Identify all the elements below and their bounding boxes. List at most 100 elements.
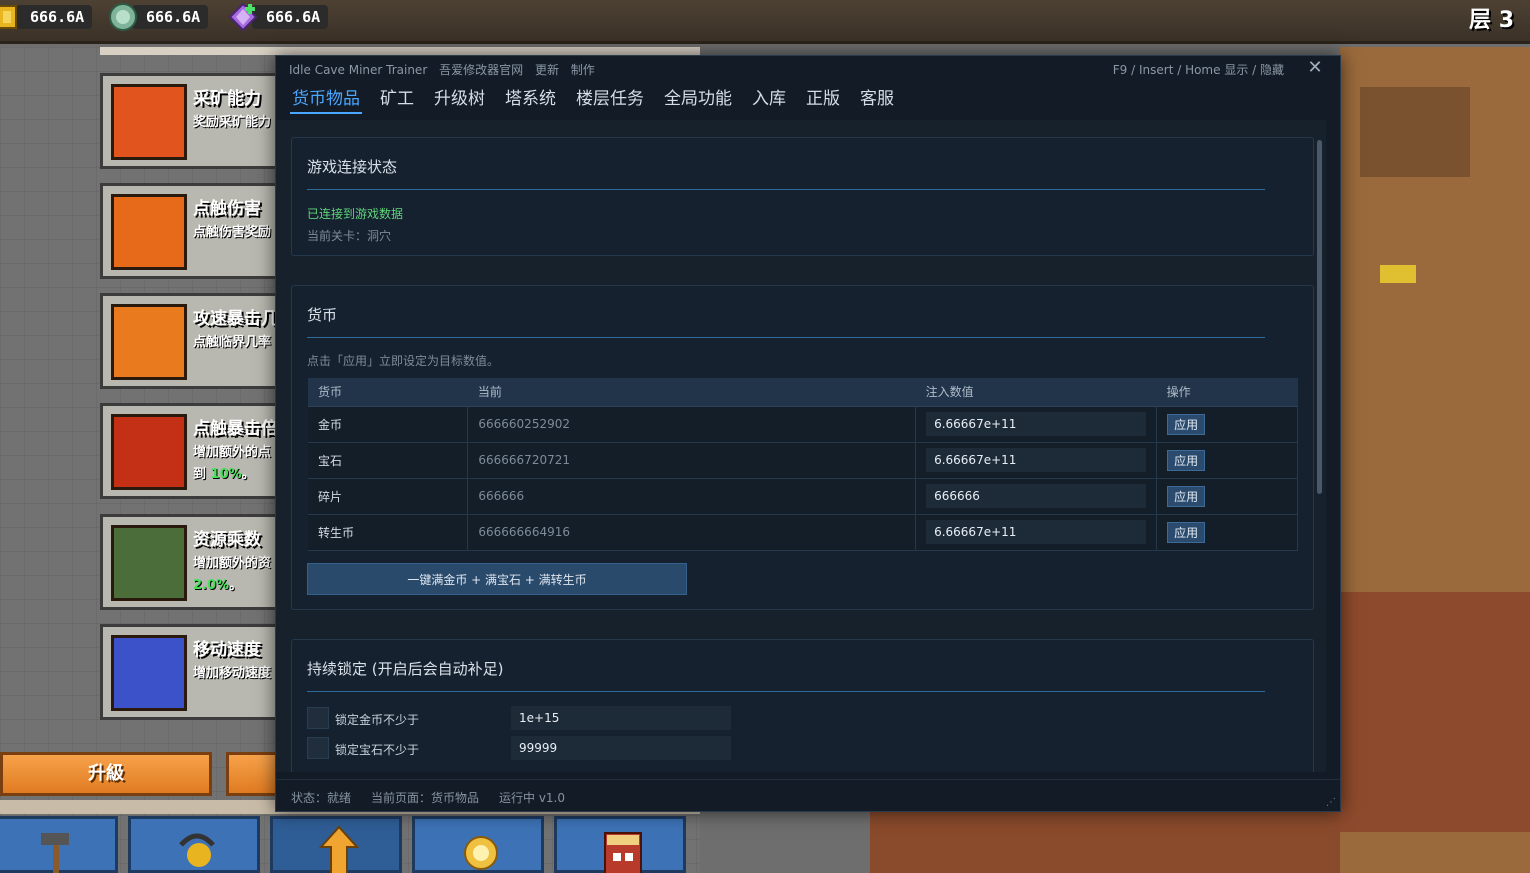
content-area[interactable]: 游戏连接状态 已连接到游戏数据 当前关卡：洞穴 货币 点击「应用」立即设定为目标… — [276, 120, 1326, 772]
toolbar-slot-hammer[interactable] — [0, 816, 118, 873]
upgrade-arrow-icon — [319, 825, 359, 873]
gold-coin-icon — [0, 5, 17, 29]
tab-tower[interactable]: 塔系统 — [503, 84, 558, 114]
current-value: 666660252902 — [467, 406, 917, 443]
resource-gem: 666.6A — [108, 3, 209, 31]
currency-name: 宝石 — [308, 442, 469, 479]
hotkey-hint: F9 / Insert / Home 显示 / 隐藏 — [1112, 63, 1284, 77]
gold-ore — [1380, 265, 1416, 283]
currency-title: 货币 — [307, 306, 338, 324]
title-bar[interactable]: Idle Cave Miner Trainer 吾爱修改器官网 更新 制作 F9… — [276, 56, 1340, 82]
apply-button[interactable]: 应用 — [1167, 521, 1206, 543]
skill-card-resource-multiplier[interactable]: 资源乘数 增加额外的资 2.0%。 — [100, 514, 300, 610]
tab-floor-tasks[interactable]: 楼层任务 — [574, 84, 646, 114]
connection-panel: 游戏连接状态 已连接到游戏数据 当前关卡：洞穴 — [291, 137, 1314, 256]
boot-skill-icon — [111, 635, 187, 711]
fill-all-button[interactable]: 一键满金币 + 满宝石 + 满转生币 — [307, 563, 687, 595]
resource-crystal-value: 666.6A — [252, 5, 329, 29]
top-divider — [100, 47, 700, 55]
action-cell: 应用 — [1156, 514, 1298, 551]
table-row: 转生币 666666664916 6.66667e+11 应用 — [308, 514, 1298, 551]
tab-upgrade-tree[interactable]: 升级树 — [432, 84, 487, 114]
table-header-row: 货币 当前 注入数值 操作 — [308, 378, 1298, 407]
apply-button[interactable]: 应用 — [1167, 449, 1206, 471]
pillar-skill-icon — [111, 414, 187, 490]
lock-gold-checkbox[interactable] — [307, 707, 329, 729]
toolbar-slot-miner[interactable] — [128, 816, 260, 873]
resource-gold-value: 666.6A — [16, 5, 93, 29]
upgrade-button[interactable]: 升級 — [0, 752, 212, 796]
lock-gem-input[interactable]: 99999 — [511, 736, 731, 760]
current-value: 666666664916 — [467, 514, 917, 551]
resource-bar: 666.6A 666.6A 666.6A 层 3 — [0, 0, 1530, 44]
shop-icon — [604, 832, 642, 873]
lock-gem-checkbox[interactable] — [307, 737, 329, 759]
skill-desc: 增加额外的资 2.0%。 — [193, 556, 272, 593]
dirt-layer — [1340, 592, 1530, 832]
official-site-link[interactable]: 吾爱修改器官网 — [439, 63, 523, 77]
trainer-window: Idle Cave Miner Trainer 吾爱修改器官网 更新 制作 F9… — [275, 55, 1341, 812]
toolbar-slot-shop[interactable] — [554, 816, 686, 873]
apply-button[interactable]: 应用 — [1167, 413, 1206, 435]
col-currency: 货币 — [308, 378, 468, 407]
pickaxe-skill-icon — [111, 84, 187, 160]
currency-panel: 货币 点击「应用」立即设定为目标数值。 货币 当前 注入数值 操作 金币 666… — [291, 285, 1314, 610]
toolbar-slot-upgrade[interactable] — [270, 816, 402, 873]
tab-global[interactable]: 全局功能 — [662, 84, 734, 114]
col-current: 当前 — [467, 378, 916, 407]
skill-card-tap-damage[interactable]: 点触伤害 点触伤害奖励 — [100, 183, 300, 279]
vertical-scrollbar[interactable] — [1317, 140, 1322, 494]
inject-cell: 6.66667e+11 — [915, 514, 1158, 551]
skill-name: 点触伤害 — [193, 199, 261, 219]
current-value: 666666720721 — [467, 442, 917, 479]
lock-row-gold: 锁定金币不少于 1e+15 — [307, 706, 737, 730]
credits-link[interactable]: 制作 — [571, 63, 595, 77]
currency-name: 金币 — [308, 406, 469, 443]
skill-name: 点触暴击倍 — [193, 419, 278, 439]
connection-status: 已连接到游戏数据 — [307, 207, 404, 221]
toolbar-slot-medal[interactable] — [412, 816, 544, 873]
skill-card-mining[interactable]: 采矿能力 奖励采矿能力 — [100, 73, 300, 169]
skill-card-crit-multiplier[interactable]: 点触暴击倍 增加额外的点到 10%。 — [100, 403, 300, 499]
tab-join[interactable]: 入库 — [750, 84, 788, 114]
skill-desc: 点触伤害奖励 — [193, 225, 272, 240]
lock-panel: 持续锁定 (开启后会自动补足) 锁定金币不少于 1e+15 锁定宝石不少于 99… — [291, 639, 1314, 772]
resize-grip-icon[interactable]: ⋰ — [1326, 797, 1336, 808]
tab-currency[interactable]: 货币物品 — [290, 84, 362, 114]
tab-genuine[interactable]: 正版 — [804, 84, 842, 114]
inject-input[interactable]: 6.66667e+11 — [926, 412, 1147, 436]
skill-desc: 增加额外的点到 10%。 — [193, 445, 272, 482]
tab-support[interactable]: 客服 — [858, 84, 896, 114]
sun-medal-icon — [464, 836, 498, 870]
update-link[interactable]: 更新 — [535, 63, 559, 77]
apply-button[interactable]: 应用 — [1167, 485, 1206, 507]
close-button[interactable]: ✕ — [1304, 58, 1326, 80]
section-divider — [307, 337, 1265, 338]
tab-miners[interactable]: 矿工 — [378, 84, 416, 114]
action-cell: 应用 — [1156, 406, 1298, 443]
connection-title: 游戏连接状态 — [307, 158, 398, 176]
title-links: Idle Cave Miner Trainer 吾爱修改器官网 更新 制作 — [289, 61, 603, 78]
ore-skill-icon — [111, 525, 187, 601]
status-state: 状态：就绪 — [291, 791, 352, 805]
currency-hint: 点击「应用」立即设定为目标数值。 — [307, 354, 500, 368]
inject-input[interactable]: 6.66667e+11 — [926, 448, 1147, 472]
lock-gold-input[interactable]: 1e+15 — [511, 706, 731, 730]
current-level: 当前关卡：洞穴 — [307, 229, 392, 243]
action-cell: 应用 — [1156, 442, 1298, 479]
skill-card-crit-chance[interactable]: 攻速暴击几 点触临界几率 — [100, 293, 300, 389]
skill-name: 资源乘数 — [193, 530, 261, 550]
lock-row-gem: 锁定宝石不少于 99999 — [307, 736, 737, 760]
hand-skill-icon — [111, 194, 187, 270]
table-row: 金币 666660252902 6.66667e+11 应用 — [308, 406, 1298, 443]
inject-input[interactable]: 666666 — [926, 484, 1147, 508]
skill-card-move-speed[interactable]: 移动速度 增加移动速度 — [100, 624, 300, 720]
table-row: 宝石 666666720721 6.66667e+11 应用 — [308, 442, 1298, 479]
col-action: 操作 — [1156, 378, 1298, 407]
resource-crystal: 666.6A — [228, 2, 329, 32]
inject-input[interactable]: 6.66667e+11 — [926, 520, 1147, 544]
app-title: Idle Cave Miner Trainer — [289, 63, 428, 77]
inject-cell: 6.66667e+11 — [915, 406, 1158, 443]
tab-bar: 货币物品 矿工 升级树 塔系统 楼层任务 全局功能 入库 正版 客服 — [290, 84, 912, 114]
section-divider — [307, 189, 1265, 190]
